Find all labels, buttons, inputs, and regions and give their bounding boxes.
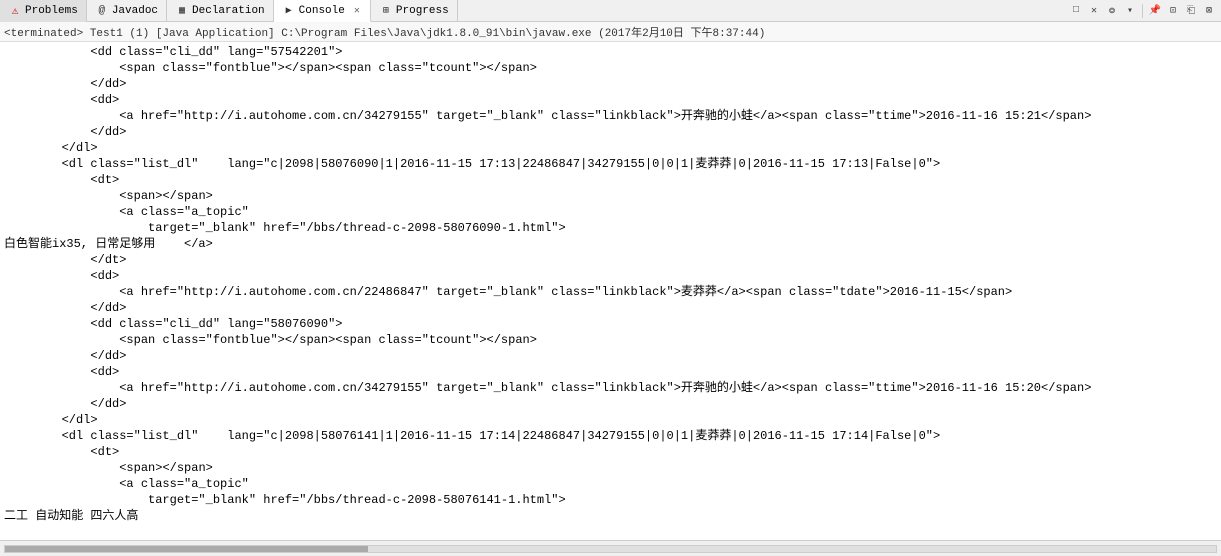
line-content: <dd class="cli_dd" lang="57542201">: [0, 44, 1221, 60]
line-content: </dl>: [0, 412, 1221, 428]
line-content: <a class="a_topic": [0, 204, 1221, 220]
tab-console[interactable]: ▶ Console ✕: [274, 0, 371, 22]
code-line: </dt>: [0, 252, 1221, 268]
code-line: <a href="http://i.autohome.com.cn/342791…: [0, 380, 1221, 396]
status-text: <terminated> Test1 (1) [Java Application…: [4, 24, 765, 40]
line-content: <dd>: [0, 364, 1221, 380]
minimize-button[interactable]: □: [1068, 3, 1084, 19]
tab-javadoc[interactable]: @ Javadoc: [87, 0, 167, 22]
code-line: <span></span>: [0, 188, 1221, 204]
code-line: <a class="a_topic": [0, 476, 1221, 492]
line-content: </dd>: [0, 300, 1221, 316]
javadoc-icon: @: [95, 4, 109, 18]
view-menu-button[interactable]: ▾: [1122, 3, 1138, 19]
scrollbar-area[interactable]: [0, 540, 1221, 556]
pin-button[interactable]: 📌: [1147, 3, 1163, 19]
line-content: target="_blank" href="/bbs/thread-c-2098…: [0, 492, 1221, 508]
code-line: <dl class="list_dl" lang="c|2098|5807609…: [0, 156, 1221, 172]
status-bar: <terminated> Test1 (1) [Java Application…: [0, 22, 1221, 42]
maximize-button[interactable]: ⊡: [1165, 3, 1181, 19]
console-close-button[interactable]: ✕: [352, 4, 362, 18]
tab-problems[interactable]: ⚠ Problems: [0, 0, 87, 22]
line-content: <dd class="cli_dd" lang="58076090">: [0, 316, 1221, 332]
more-button[interactable]: ⊠: [1201, 3, 1217, 19]
line-content: <span class="fontblue"></span><span clas…: [0, 332, 1221, 348]
code-line: 白色智能ix35, 日常足够用 </a>: [0, 236, 1221, 252]
tab-javadoc-label: Javadoc: [112, 5, 158, 17]
code-line: </dl>: [0, 412, 1221, 428]
progress-icon: ⊞: [379, 4, 393, 18]
tab-actions: □ ✕ ❂ ▾ 📌 ⊡ ⎗ ⊠: [1064, 0, 1221, 22]
code-line: <dd>: [0, 92, 1221, 108]
line-content: <dt>: [0, 444, 1221, 460]
line-content: target="_blank" href="/bbs/thread-c-2098…: [0, 220, 1221, 236]
scrollbar-thumb[interactable]: [5, 546, 368, 552]
code-area[interactable]: <dd class="cli_dd" lang="57542201"> <spa…: [0, 42, 1221, 540]
line-content: <span></span>: [0, 460, 1221, 476]
code-line: target="_blank" href="/bbs/thread-c-2098…: [0, 492, 1221, 508]
code-line: <a class="a_topic": [0, 204, 1221, 220]
code-line: </dd>: [0, 396, 1221, 412]
code-line: </dl>: [0, 140, 1221, 156]
line-content: <a href="http://i.autohome.com.cn/342791…: [0, 380, 1221, 396]
tab-console-label: Console: [299, 5, 345, 17]
line-content: <dl class="list_dl" lang="c|2098|5807614…: [0, 428, 1221, 444]
code-line: <dd class="cli_dd" lang="57542201">: [0, 44, 1221, 60]
restore-button[interactable]: ⎗: [1183, 3, 1199, 19]
code-line: target="_blank" href="/bbs/thread-c-2098…: [0, 220, 1221, 236]
tab-declaration[interactable]: ▦ Declaration: [167, 0, 274, 22]
code-line: <dt>: [0, 444, 1221, 460]
tab-declaration-label: Declaration: [192, 5, 265, 17]
code-line: <span class="fontblue"></span><span clas…: [0, 332, 1221, 348]
code-line: <a href="http://i.autohome.com.cn/224868…: [0, 284, 1221, 300]
close-view-button[interactable]: ✕: [1086, 3, 1102, 19]
code-line: <dd>: [0, 268, 1221, 284]
code-line: </dd>: [0, 348, 1221, 364]
code-line: </dd>: [0, 76, 1221, 92]
line-content: <span class="fontblue"></span><span clas…: [0, 60, 1221, 76]
declaration-icon: ▦: [175, 4, 189, 18]
line-content: <dl class="list_dl" lang="c|2098|5807609…: [0, 156, 1221, 172]
line-content: <dd>: [0, 268, 1221, 284]
tab-problems-label: Problems: [25, 5, 78, 17]
line-content: 白色智能ix35, 日常足够用 </a>: [0, 236, 1221, 252]
settings-button[interactable]: ❂: [1104, 3, 1120, 19]
console-icon: ▶: [282, 4, 296, 18]
line-content: </dt>: [0, 252, 1221, 268]
line-content: <a href="http://i.autohome.com.cn/224868…: [0, 284, 1221, 300]
code-line: 二工 自动知能 四六人高: [0, 508, 1221, 524]
line-content: </dl>: [0, 140, 1221, 156]
line-content: <span></span>: [0, 188, 1221, 204]
line-content: <dd>: [0, 92, 1221, 108]
separator: [1142, 4, 1143, 18]
tab-progress[interactable]: ⊞ Progress: [371, 0, 458, 22]
code-line: <dd class="cli_dd" lang="58076090">: [0, 316, 1221, 332]
line-content: 二工 自动知能 四六人高: [0, 508, 1221, 524]
tab-progress-label: Progress: [396, 5, 449, 17]
line-content: </dd>: [0, 124, 1221, 140]
line-content: </dd>: [0, 348, 1221, 364]
line-content: </dd>: [0, 76, 1221, 92]
code-line: <span></span>: [0, 460, 1221, 476]
code-line: <a href="http://i.autohome.com.cn/342791…: [0, 108, 1221, 124]
code-line: <dd>: [0, 364, 1221, 380]
line-content: <dt>: [0, 172, 1221, 188]
tab-bar: ⚠ Problems @ Javadoc ▦ Declaration ▶ Con…: [0, 0, 1221, 22]
horizontal-scrollbar[interactable]: [4, 545, 1217, 553]
code-line: </dd>: [0, 300, 1221, 316]
line-content: </dd>: [0, 396, 1221, 412]
code-line: <dt>: [0, 172, 1221, 188]
line-content: <a class="a_topic": [0, 476, 1221, 492]
code-line: <dl class="list_dl" lang="c|2098|5807614…: [0, 428, 1221, 444]
line-content: <a href="http://i.autohome.com.cn/342791…: [0, 108, 1221, 124]
problems-icon: ⚠: [8, 4, 22, 18]
code-line: <span class="fontblue"></span><span clas…: [0, 60, 1221, 76]
code-line: </dd>: [0, 124, 1221, 140]
